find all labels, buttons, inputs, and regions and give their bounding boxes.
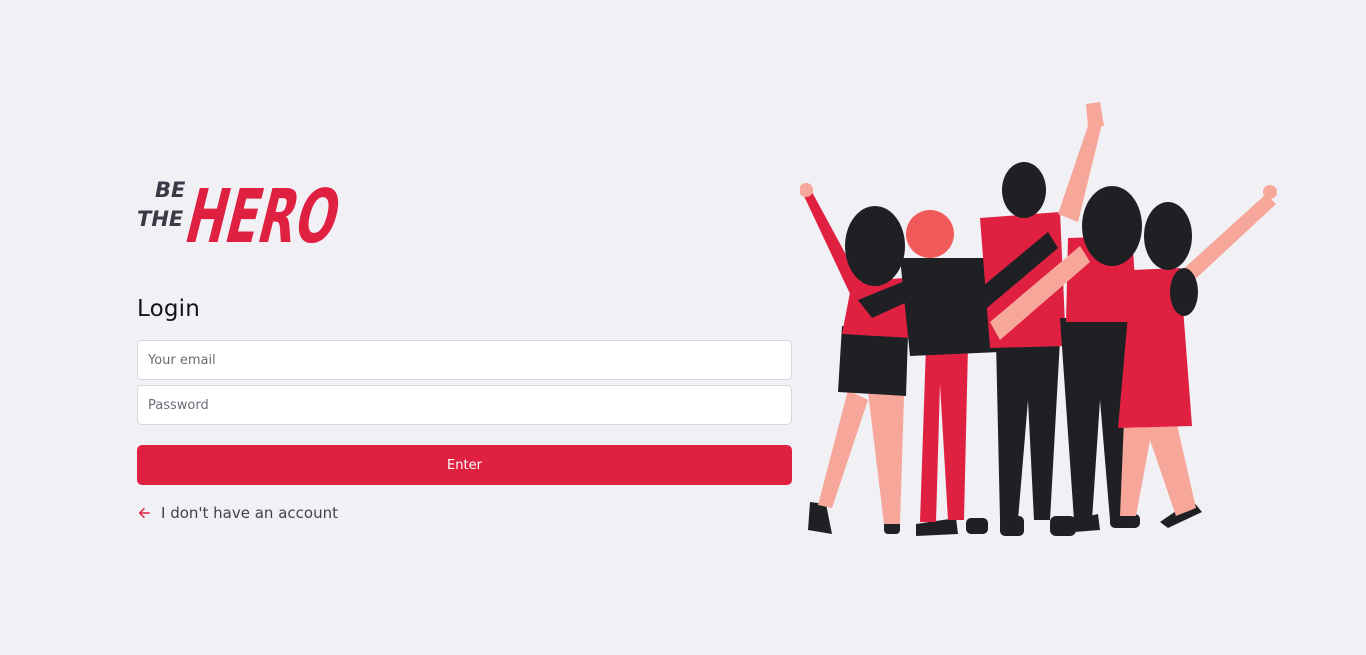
logo-word-be: BE	[155, 178, 186, 202]
logo-word-the: THE	[137, 207, 184, 231]
login-form: BE THE HERO Login Enter I don't have an …	[137, 158, 792, 522]
page-title: Login	[137, 296, 201, 322]
enter-button[interactable]: Enter	[137, 445, 792, 485]
group-of-heroes-illustration	[800, 102, 1277, 536]
password-input[interactable]	[137, 385, 792, 425]
be-the-hero-logo: BE THE HERO	[137, 173, 339, 250]
email-input[interactable]	[137, 340, 792, 380]
register-link[interactable]: I don't have an account	[137, 504, 338, 522]
logo-word-hero: HERO	[178, 173, 339, 250]
register-link-label: I don't have an account	[161, 504, 338, 522]
logo-hero-mark: HERO	[178, 173, 339, 250]
arrow-left-icon	[138, 507, 150, 519]
login-page: BE THE HERO Login Enter I don't have an …	[0, 0, 1366, 655]
